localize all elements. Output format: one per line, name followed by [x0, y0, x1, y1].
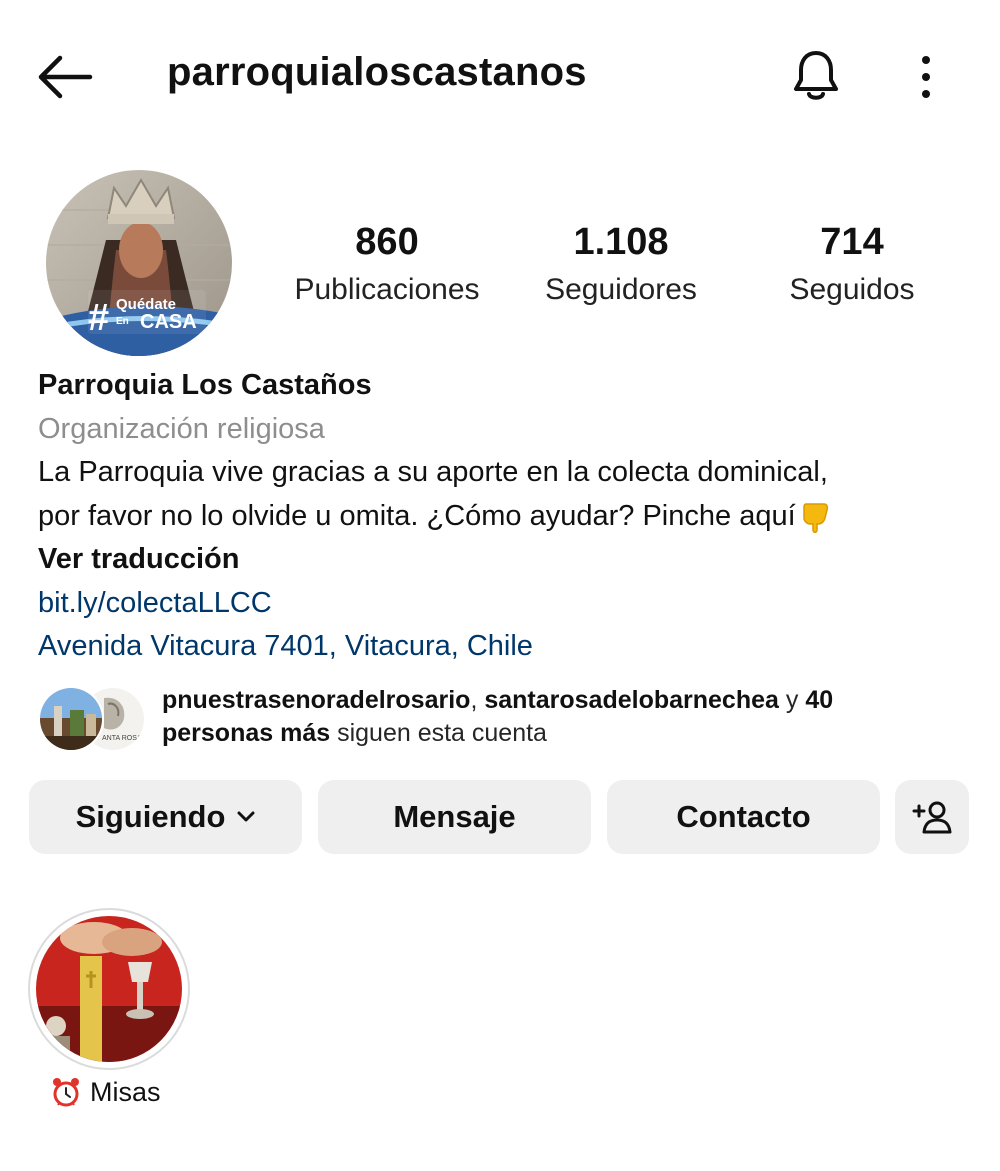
highlight-label-text: Misas [90, 1077, 161, 1107]
bio-description: La Parroquia vive gracias a su aporte en… [38, 451, 968, 538]
more-vertical-icon [922, 56, 930, 98]
mutual-count: 40 [805, 686, 834, 714]
avatar-badge-line2: CASA [140, 311, 197, 333]
mutual-suffix: siguen esta cuenta [330, 719, 547, 747]
mutual-more: personas más [162, 719, 331, 747]
bio-line-1: La Parroquia vive gracias a su aporte en… [38, 456, 828, 488]
mutual-follower-avatar-1[interactable] [38, 686, 104, 752]
following-button-label: Siguiendo [75, 799, 226, 834]
pointing-down-icon [802, 503, 828, 533]
following-count: 714 [820, 221, 884, 263]
posts-count: 860 [355, 221, 419, 263]
chevron-down-icon [237, 811, 255, 822]
avatar-badge-hash: # [88, 297, 109, 339]
more-options-button[interactable] [912, 52, 940, 102]
arrow-left-icon [38, 55, 93, 99]
bio-website-link[interactable]: bit.ly/colectaLLCC [38, 582, 968, 626]
following-stat[interactable]: 714 Seguidos [737, 220, 967, 310]
message-button[interactable]: Mensaje [318, 780, 591, 854]
profile-category: Organización religiosa [38, 412, 325, 445]
following-label: Seguidos [789, 273, 915, 306]
profile-username: parroquialoscastanos [167, 50, 587, 94]
add-user-icon [912, 801, 952, 834]
posts-stat[interactable]: 860 Publicaciones [272, 220, 502, 310]
followers-stat[interactable]: 1.108 Seguidores [506, 220, 736, 310]
followed-by-text[interactable]: pnuestrasenoradelrosario, santarosadelob… [162, 684, 922, 750]
notifications-button[interactable] [790, 48, 842, 104]
mutual-user-2[interactable]: santarosadelobarnechea [484, 686, 779, 714]
alarm-clock-icon [53, 1078, 79, 1107]
back-button[interactable] [36, 52, 96, 102]
contact-button[interactable]: Contacto [607, 780, 880, 854]
bell-icon [794, 51, 838, 100]
followers-label: Seguidores [545, 273, 697, 306]
bio-address-link[interactable]: Avenida Vitacura 7401, Vitacura, Chile [38, 625, 968, 669]
posts-label: Publicaciones [294, 273, 480, 306]
add-user-button[interactable] [895, 780, 969, 854]
highlight-cover[interactable] [36, 916, 182, 1062]
mutual-avatar-2-text: ANTA ROSA [102, 735, 142, 742]
mutual-and: y [778, 686, 806, 714]
bio-line-2: por favor no lo olvide u omita. ¿Cómo ay… [38, 499, 796, 532]
see-translation-link[interactable]: Ver traducción [38, 538, 968, 582]
mutual-sep: , [470, 686, 485, 714]
bio-line-2-wrap: por favor no lo olvide u omita. ¿Cómo ay… [38, 495, 968, 539]
message-button-label: Mensaje [393, 799, 516, 834]
mutual-user-1[interactable]: pnuestrasenoradelrosario [162, 686, 470, 714]
contact-button-label: Contacto [676, 799, 811, 834]
highlight-label[interactable]: Misas [50, 1072, 161, 1112]
following-button[interactable]: Siguiendo [29, 780, 302, 854]
profile-bio: Parroquia Los Castaños Organización reli… [38, 364, 968, 669]
avatar-badge-small: En [116, 316, 129, 327]
profile-avatar[interactable]: # Quédate En CASA [46, 170, 232, 356]
profile-display-name: Parroquia Los Castaños [38, 369, 372, 401]
followers-count: 1.108 [573, 221, 669, 263]
